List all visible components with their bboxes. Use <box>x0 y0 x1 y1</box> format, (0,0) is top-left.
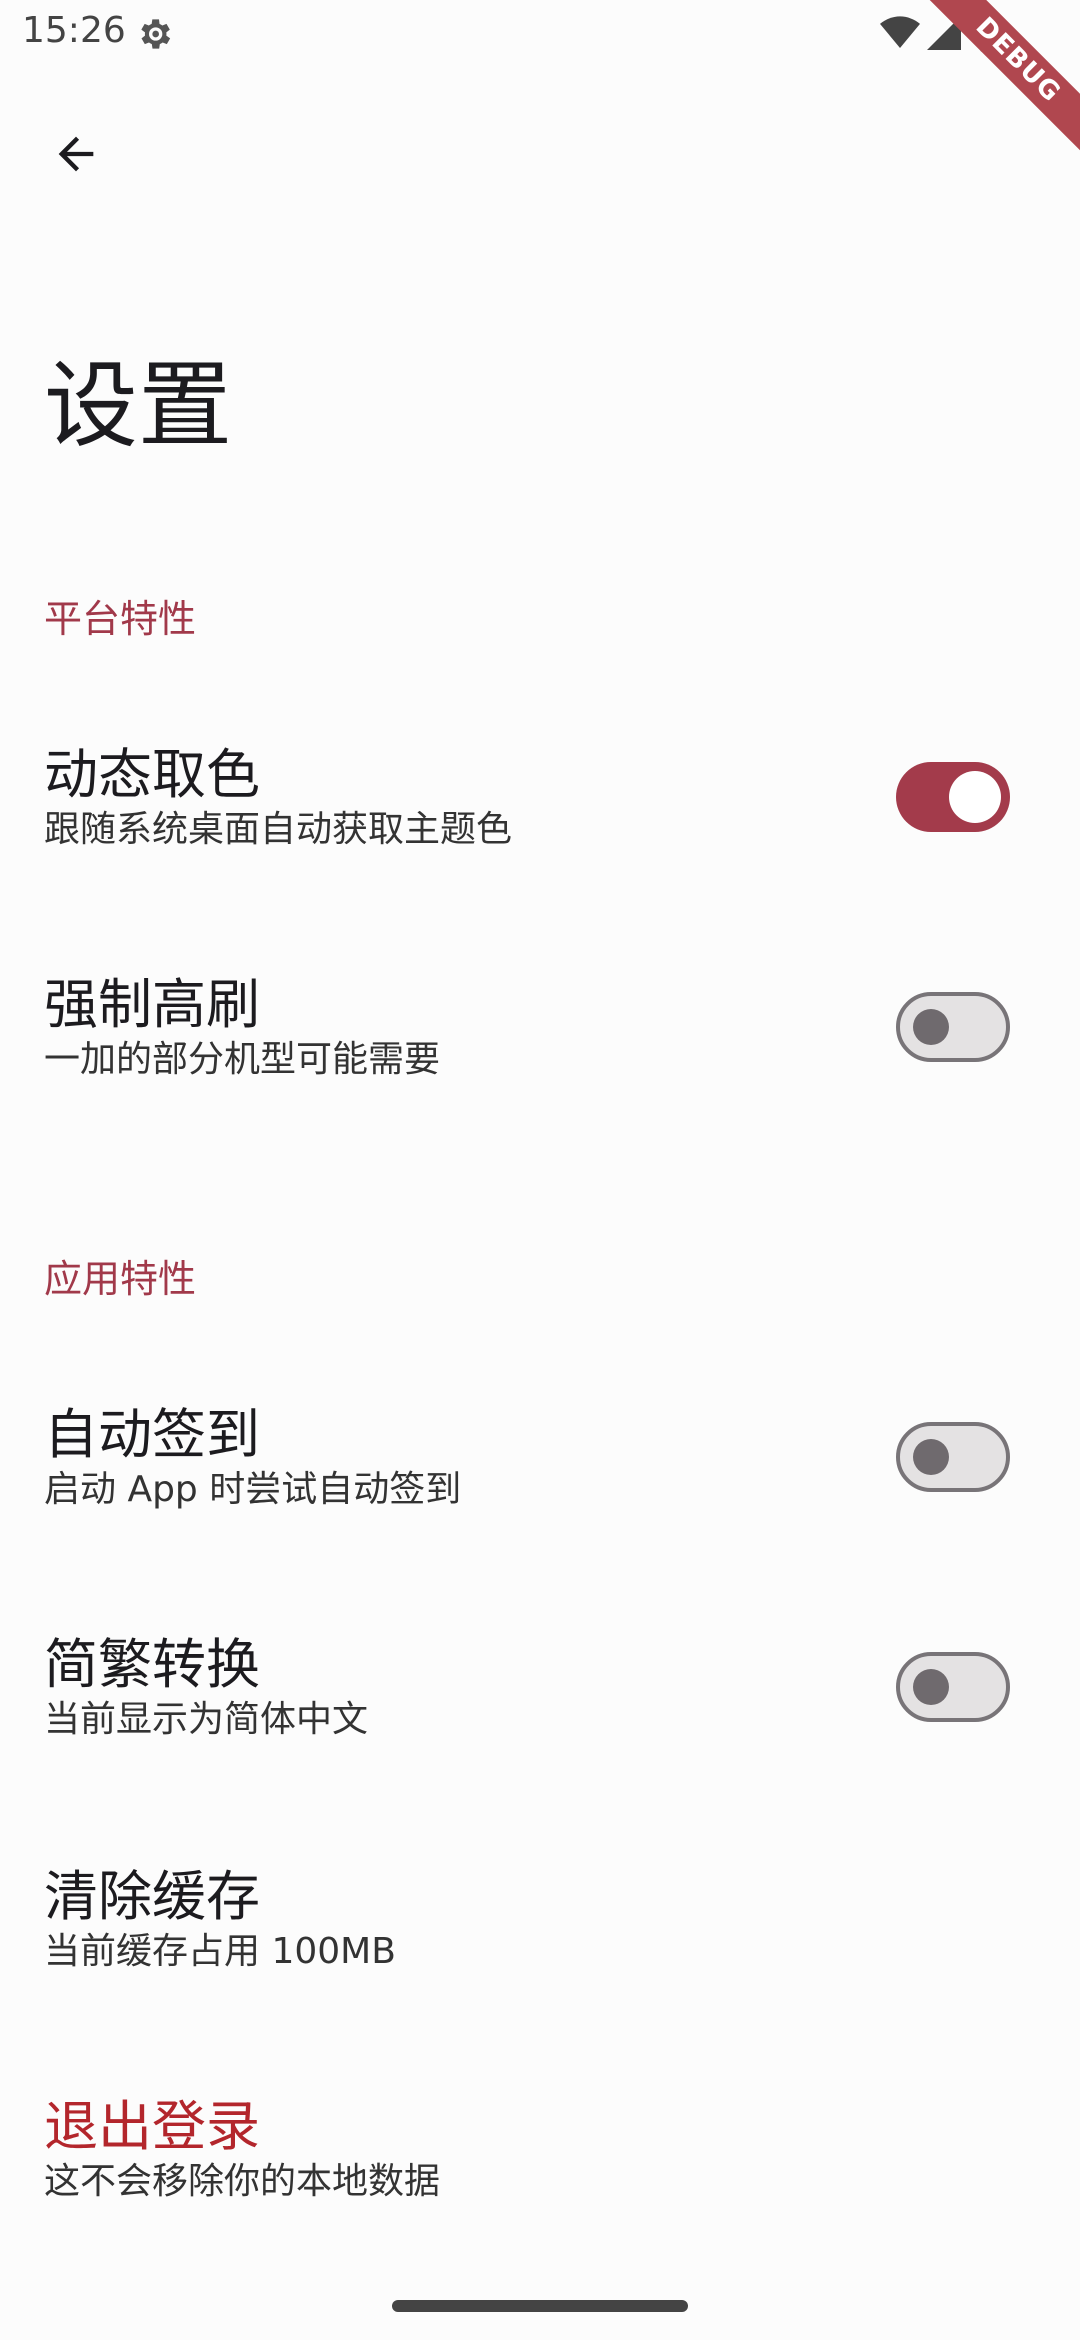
setting-title: 动态取色 <box>44 743 260 806</box>
force-high-refresh-switch[interactable] <box>896 992 1010 1062</box>
page-title: 设置 <box>44 352 233 461</box>
setting-title: 清除缓存 <box>44 1865 260 1928</box>
setting-title: 强制高刷 <box>44 973 260 1036</box>
sc-tc-convert-switch[interactable] <box>896 1652 1010 1722</box>
setting-sc-tc-convert[interactable]: 简繁转换 当前显示为简体中文 <box>0 1620 1080 1820</box>
setting-logout[interactable]: 退出登录 这不会移除你的本地数据 <box>0 2082 1080 2282</box>
home-indicator[interactable] <box>392 2300 688 2312</box>
setting-subtitle: 启动 App 时尝试自动签到 <box>44 1469 462 1510</box>
switch-knob <box>949 771 1001 823</box>
debug-ribbon: DEBUG <box>910 0 1080 170</box>
setting-subtitle: 跟随系统桌面自动获取主题色 <box>44 809 513 850</box>
setting-clear-cache[interactable]: 清除缓存 当前缓存占用 100MB <box>0 1852 1080 2052</box>
setting-subtitle: 当前显示为简体中文 <box>44 1699 369 1740</box>
dynamic-color-switch[interactable] <box>896 762 1010 832</box>
section-header-app: 应用特性 <box>44 1257 197 1301</box>
gear-icon <box>141 19 171 49</box>
auto-checkin-switch[interactable] <box>896 1422 1010 1492</box>
switch-knob <box>913 1669 949 1705</box>
setting-subtitle: 当前缓存占用 100MB <box>44 1931 396 1972</box>
setting-title: 自动签到 <box>44 1403 260 1466</box>
setting-subtitle: 这不会移除你的本地数据 <box>44 2161 441 2202</box>
logout-title: 退出登录 <box>44 2095 260 2158</box>
setting-title: 简繁转换 <box>44 1633 260 1696</box>
arrow-back-icon <box>58 136 94 172</box>
switch-knob <box>913 1439 949 1475</box>
setting-force-high-refresh[interactable]: 强制高刷 一加的部分机型可能需要 <box>0 960 1080 1160</box>
section-header-platform: 平台特性 <box>44 597 197 641</box>
status-time: 15:26 <box>22 10 126 51</box>
setting-subtitle: 一加的部分机型可能需要 <box>44 1039 441 1080</box>
switch-knob <box>913 1009 949 1045</box>
back-button[interactable] <box>40 118 112 190</box>
setting-auto-checkin[interactable]: 自动签到 启动 App 时尝试自动签到 <box>0 1390 1080 1590</box>
debug-label: DEBUG <box>919 0 1080 159</box>
setting-dynamic-color[interactable]: 动态取色 跟随系统桌面自动获取主题色 <box>0 730 1080 930</box>
